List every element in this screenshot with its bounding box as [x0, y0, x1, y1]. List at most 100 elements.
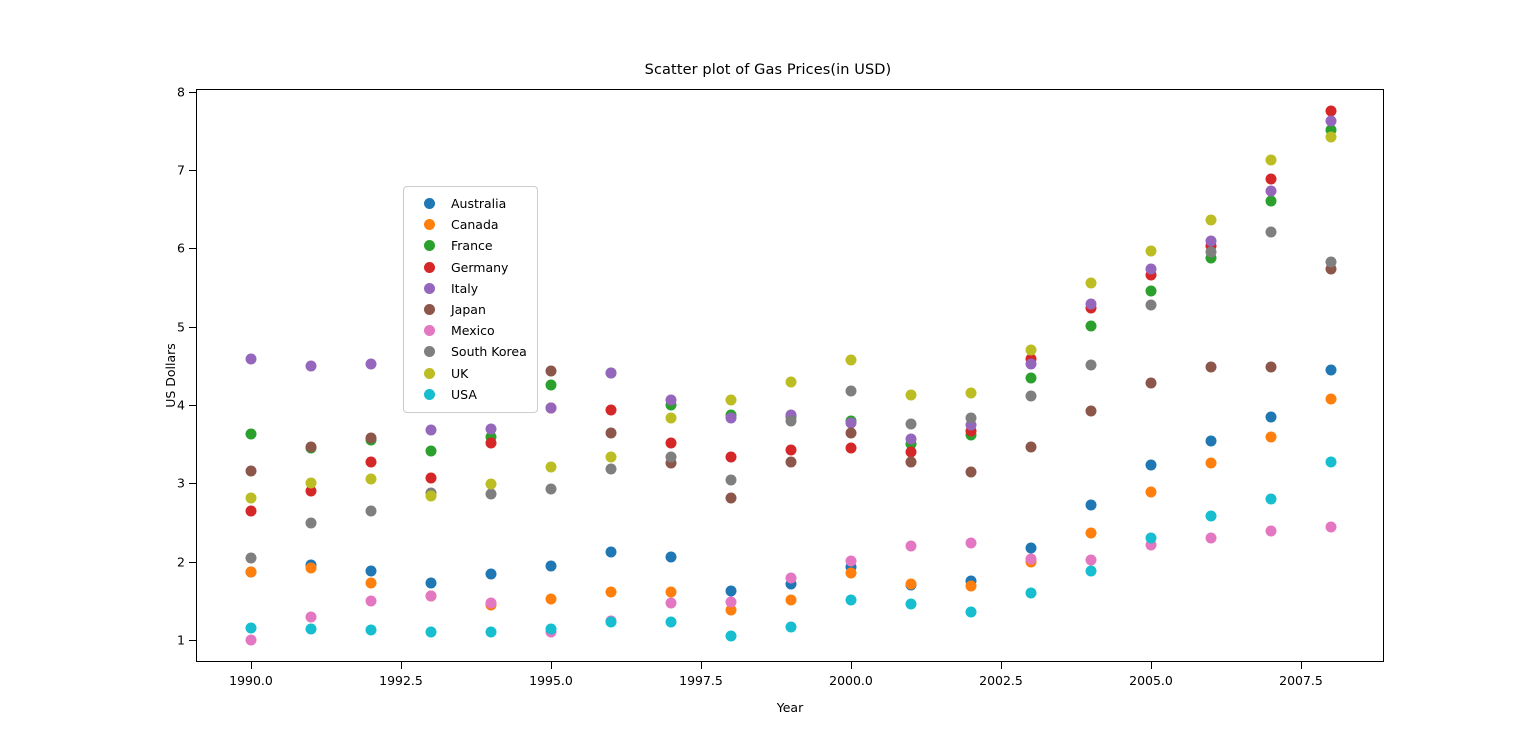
scatter-point	[1145, 285, 1157, 297]
scatter-point	[1325, 393, 1337, 405]
legend-item[interactable]: France	[413, 235, 527, 256]
scatter-point	[365, 505, 377, 517]
chart-title: Scatter plot of Gas Prices(in USD)	[644, 62, 892, 78]
y-tick-label: 8	[177, 84, 185, 100]
scatter-point	[785, 572, 797, 584]
scatter-point	[905, 389, 917, 401]
scatter-point	[1085, 527, 1097, 539]
scatter-point	[1265, 361, 1277, 373]
scatter-point	[1085, 298, 1097, 310]
scatter-point	[545, 402, 557, 414]
scatter-point	[845, 354, 857, 366]
scatter-point	[1205, 457, 1217, 469]
legend-label: USA	[451, 386, 477, 402]
scatter-point	[1265, 154, 1277, 166]
y-tick-mark	[189, 248, 197, 250]
legend-marker-icon	[424, 367, 435, 379]
scatter-point	[485, 478, 497, 490]
legend-item[interactable]: Canada	[413, 214, 527, 235]
scatter-point	[1145, 299, 1157, 311]
legend-marker-icon	[424, 304, 435, 316]
x-tick-mark	[1301, 661, 1302, 669]
x-tick-mark	[551, 661, 552, 669]
scatter-point	[485, 423, 497, 435]
scatter-point	[1085, 320, 1097, 332]
y-tick-label: 6	[177, 240, 185, 256]
scatter-point	[1025, 372, 1037, 384]
scatter-plot-area	[197, 90, 1383, 661]
x-tick-label: 2005.0	[1129, 673, 1173, 688]
scatter-point	[365, 456, 377, 468]
scatter-point	[965, 412, 977, 424]
scatter-point	[425, 577, 437, 589]
legend-item[interactable]: Germany	[413, 257, 527, 278]
legend-item[interactable]: Japan	[413, 299, 527, 320]
scatter-point	[845, 427, 857, 439]
scatter-point	[305, 477, 317, 489]
legend-item[interactable]: UK	[413, 363, 527, 384]
scatter-point	[305, 611, 317, 623]
scatter-point	[245, 566, 257, 578]
legend-label: Italy	[451, 280, 479, 296]
scatter-point	[665, 412, 677, 424]
scatter-point	[1025, 344, 1037, 356]
scatter-point	[305, 623, 317, 635]
y-tick-mark	[189, 326, 197, 328]
y-tick-label: 4	[177, 397, 185, 413]
y-tick-mark	[189, 169, 197, 171]
legend-item[interactable]: South Korea	[413, 341, 527, 362]
scatter-point	[1265, 173, 1277, 185]
scatter-point	[605, 586, 617, 598]
scatter-point	[1145, 263, 1157, 275]
scatter-point	[785, 444, 797, 456]
legend-item[interactable]: Mexico	[413, 320, 527, 341]
legend-item[interactable]: Australia	[413, 193, 527, 214]
scatter-point	[545, 461, 557, 473]
scatter-point	[1265, 185, 1277, 197]
scatter-point	[845, 567, 857, 579]
scatter-point	[245, 505, 257, 517]
scatter-point	[1145, 532, 1157, 544]
scatter-point	[725, 585, 737, 597]
scatter-point	[785, 456, 797, 468]
scatter-point	[1265, 431, 1277, 443]
scatter-point	[725, 474, 737, 486]
legend-marker-icon	[424, 325, 435, 337]
scatter-point	[845, 555, 857, 567]
scatter-point	[365, 565, 377, 576]
scatter-point	[605, 367, 617, 379]
y-tick-label: 2	[177, 554, 185, 570]
scatter-point	[1265, 411, 1277, 423]
scatter-point	[1025, 553, 1037, 565]
scatter-point	[605, 616, 617, 628]
scatter-point	[1025, 542, 1037, 554]
legend-label: France	[451, 238, 493, 254]
scatter-point	[605, 404, 617, 416]
legend-label: Germany	[451, 259, 509, 275]
scatter-point	[1085, 359, 1097, 371]
scatter-point	[1205, 361, 1217, 373]
scatter-point	[1025, 358, 1037, 370]
scatter-point	[245, 492, 257, 504]
scatter-point	[965, 466, 977, 478]
legend-item[interactable]: USA	[413, 384, 527, 405]
scatter-point	[1205, 435, 1217, 447]
scatter-point	[1265, 226, 1277, 238]
scatter-point	[605, 546, 617, 558]
scatter-point	[425, 626, 437, 638]
y-tick-label: 1	[177, 632, 185, 648]
scatter-point	[665, 451, 677, 463]
scatter-point	[665, 586, 677, 598]
scatter-point	[245, 622, 257, 634]
scatter-point	[1325, 521, 1337, 533]
scatter-point	[905, 540, 917, 552]
scatter-point	[665, 437, 677, 449]
scatter-point	[665, 616, 677, 628]
y-tick-label: 7	[177, 162, 185, 178]
legend-item[interactable]: Italy	[413, 278, 527, 299]
scatter-point	[785, 376, 797, 388]
scatter-point	[365, 432, 377, 444]
x-tick-mark	[1001, 661, 1002, 669]
scatter-point	[545, 560, 557, 572]
scatter-point	[965, 580, 977, 592]
